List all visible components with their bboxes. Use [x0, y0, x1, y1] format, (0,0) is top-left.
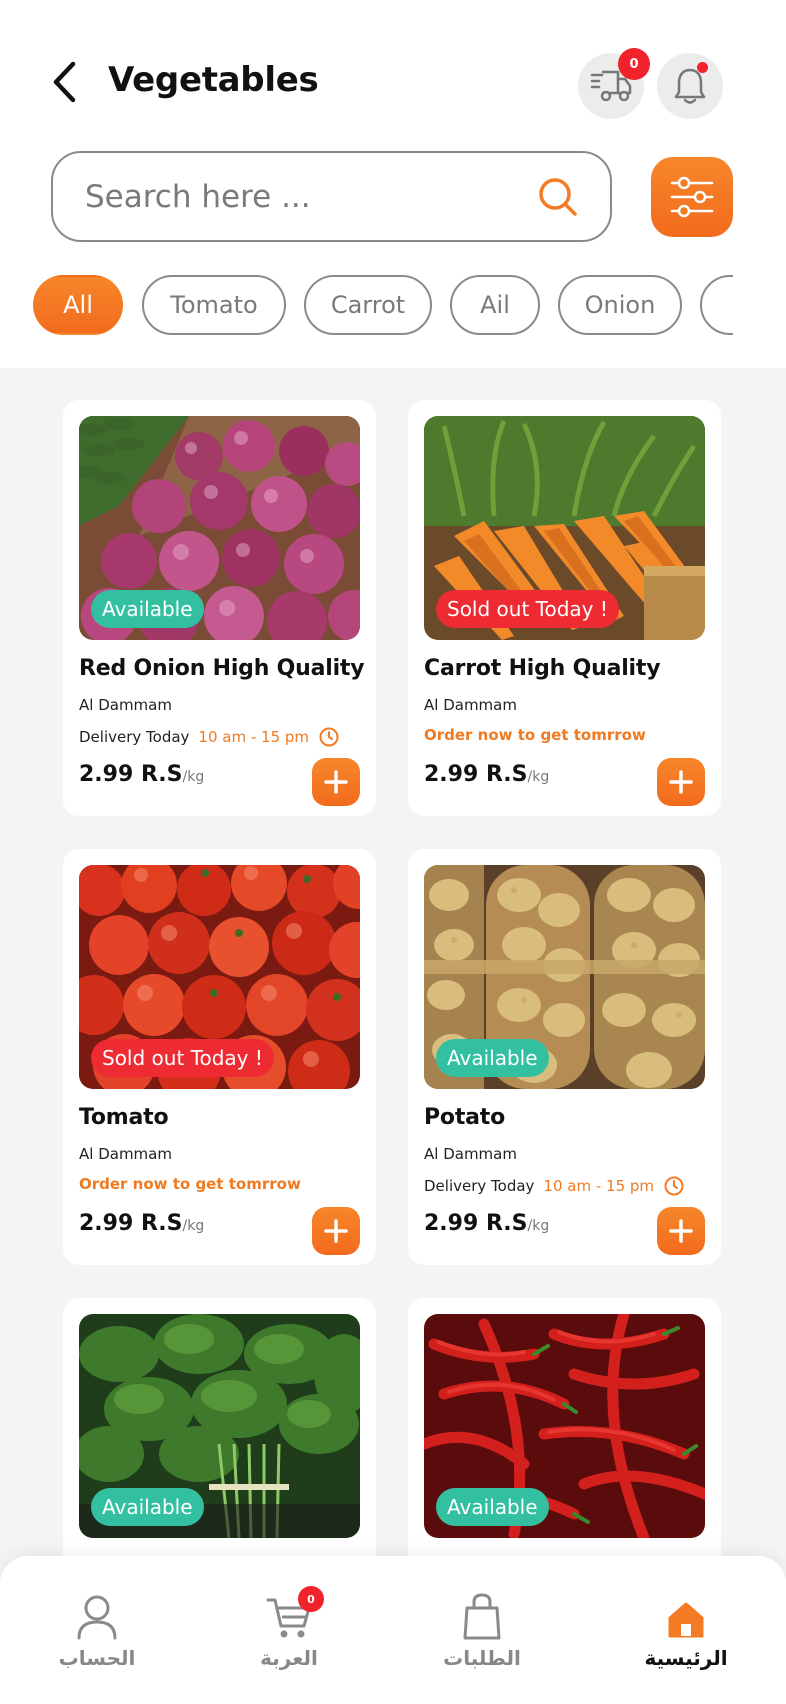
spinach-image: Available: [79, 1314, 360, 1538]
plus-icon: [324, 770, 348, 794]
carrots-image: Sold out Today !: [424, 416, 705, 640]
nav-account[interactable]: الحساب: [27, 1586, 167, 1670]
search-icon[interactable]: [536, 175, 580, 223]
product-card[interactable]: Available Potato Al Dammam Delivery Toda…: [408, 849, 721, 1265]
product-name: Carrot High Quality: [424, 656, 661, 681]
plus-icon: [669, 1219, 693, 1243]
cart-count-badge: 0: [298, 1586, 324, 1612]
delivery-label: Delivery Today: [79, 728, 190, 746]
nav-account-label: الحساب: [58, 1646, 136, 1670]
chip-all[interactable]: All: [33, 275, 123, 335]
add-to-cart-button[interactable]: [312, 1207, 360, 1255]
chip-tomato[interactable]: Tomato: [142, 275, 286, 335]
price-value: 2.99 R.S: [424, 762, 528, 787]
delivery-info: Delivery Today 10 am - 15 pm: [79, 726, 340, 748]
clock-icon: [664, 1176, 684, 1196]
product-card[interactable]: Sold out Today ! Tomato Al Dammam Order …: [63, 849, 376, 1265]
status-badge: Sold out Today !: [91, 1039, 274, 1077]
category-chips: All Tomato Carrot Ail Onion: [33, 275, 733, 337]
product-location: Al Dammam: [424, 696, 517, 714]
product-card[interactable]: Sold out Today ! Carrot High Quality Al …: [408, 400, 721, 816]
sliders-icon: [670, 176, 714, 218]
status-badge: Sold out Today !: [436, 590, 619, 628]
product-name: Red Onion High Quality: [79, 656, 365, 681]
add-to-cart-button[interactable]: [657, 1207, 705, 1255]
nav-home-label: الرئيسية: [644, 1646, 728, 1670]
shopping-bag-icon: [463, 1593, 501, 1640]
plus-icon: [669, 770, 693, 794]
product-location: Al Dammam: [424, 1145, 517, 1163]
delivery-label: Delivery Today: [424, 1177, 535, 1195]
price-unit: /kg: [182, 769, 205, 785]
header: Vegetables 0 Search here ... All Tomato …: [0, 0, 786, 368]
product-location: Al Dammam: [79, 696, 172, 714]
bottom-navigation: الحساب 0 العربة الطلبات الرئيسية: [0, 1556, 786, 1704]
price-unit: /kg: [527, 1218, 550, 1234]
chip-onion[interactable]: Onion: [558, 275, 682, 335]
potatoes-image: Available: [424, 865, 705, 1089]
delivery-time: 10 am - 15 pm: [198, 728, 310, 746]
nav-orders[interactable]: الطلبات: [412, 1586, 552, 1670]
search-placeholder: Search here ...: [85, 179, 311, 215]
add-to-cart-button[interactable]: [312, 758, 360, 806]
plus-icon: [324, 1219, 348, 1243]
red-chili-peppers-image: Available: [424, 1314, 705, 1538]
user-icon: [77, 1595, 117, 1640]
price-unit: /kg: [527, 769, 550, 785]
order-note: Order now to get tomrrow: [424, 726, 646, 744]
home-icon: [668, 1602, 704, 1638]
product-card[interactable]: Available Red Onion High Quality Al Damm…: [63, 400, 376, 816]
nav-home[interactable]: الرئيسية: [616, 1586, 756, 1670]
notification-dot: [697, 62, 708, 73]
status-badge: Available: [436, 1488, 549, 1526]
back-arrow-icon[interactable]: [44, 58, 84, 106]
add-to-cart-button[interactable]: [657, 758, 705, 806]
status-badge: Available: [436, 1039, 549, 1077]
search-input[interactable]: Search here ...: [51, 151, 612, 242]
product-price: 2.99 R.S/kg: [424, 1211, 549, 1236]
filter-button[interactable]: [651, 157, 733, 237]
status-badge: Available: [91, 1488, 204, 1526]
tomatoes-image: Sold out Today !: [79, 865, 360, 1089]
product-price: 2.99 R.S/kg: [79, 762, 204, 787]
delivery-info: Delivery Today 10 am - 15 pm: [424, 1175, 685, 1197]
price-value: 2.99 R.S: [79, 1211, 183, 1236]
nav-cart-label: العربة: [260, 1646, 318, 1670]
order-note: Order now to get tomrrow: [79, 1175, 301, 1193]
product-price: 2.99 R.S/kg: [79, 1211, 204, 1236]
red-onions-image: Available: [79, 416, 360, 640]
chip-carrot[interactable]: Carrot: [304, 275, 432, 335]
price-value: 2.99 R.S: [424, 1211, 528, 1236]
product-price: 2.99 R.S/kg: [424, 762, 549, 787]
delivery-count-badge: 0: [618, 48, 650, 80]
clock-icon: [319, 727, 339, 747]
price-unit: /kg: [182, 1218, 205, 1234]
product-name: Tomato: [79, 1105, 169, 1130]
notifications-button[interactable]: [657, 53, 723, 119]
status-badge: Available: [91, 590, 204, 628]
delivery-time: 10 am - 15 pm: [543, 1177, 655, 1195]
chip-more[interactable]: [700, 275, 733, 335]
page-title: Vegetables: [108, 60, 319, 100]
chip-ail[interactable]: Ail: [450, 275, 540, 335]
product-name: Potato: [424, 1105, 506, 1130]
product-location: Al Dammam: [79, 1145, 172, 1163]
nav-orders-label: الطلبات: [443, 1646, 521, 1670]
nav-cart[interactable]: 0 العربة: [219, 1586, 359, 1670]
price-value: 2.99 R.S: [79, 762, 183, 787]
